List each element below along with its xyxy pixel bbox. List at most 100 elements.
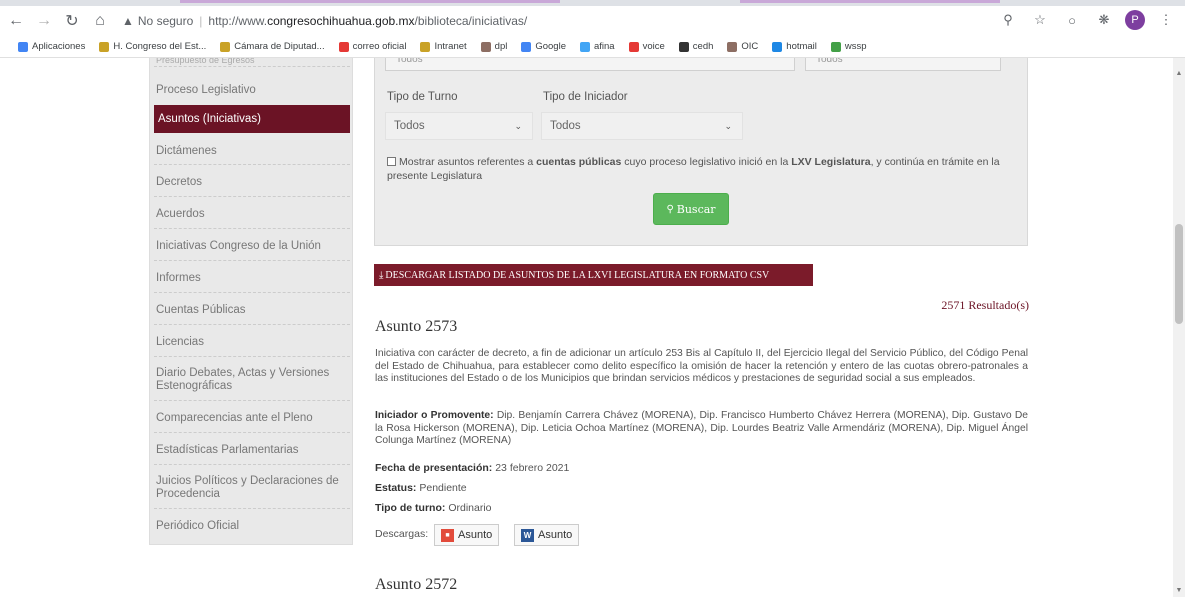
bookmark-icon xyxy=(727,41,738,52)
download-csv-label: DESCARGAR LISTADO DE ASUNTOS DE LA LXVI … xyxy=(385,269,770,281)
cuentas-publicas-option: Mostrar asuntos referentes a cuentas púb… xyxy=(387,155,1007,183)
sidebar-item-diario[interactable]: Diario Debates, Actas y Versiones Esteno… xyxy=(154,359,350,401)
asunto-estatus: Estatus: Pendiente xyxy=(375,482,467,494)
bookmark-label: wssp xyxy=(844,41,867,52)
extension-circle-icon[interactable]: ○ xyxy=(1061,9,1083,31)
tipo-iniciador-value: Todos xyxy=(550,120,581,132)
bookmark-label: voice xyxy=(642,41,665,52)
chevron-down-icon: ⌄ xyxy=(724,121,732,131)
sidebar-item-juicios[interactable]: Juicios Políticos y Declaraciones de Pro… xyxy=(154,467,350,509)
reload-icon[interactable]: ↻ xyxy=(60,9,84,33)
tipo-iniciador-select[interactable]: Todos ⌄ xyxy=(541,112,743,140)
download-word-label: Asunto xyxy=(538,529,573,541)
tipo-turno-select[interactable]: Todos ⌄ xyxy=(385,112,533,140)
search-icon: ⚲ xyxy=(666,203,674,215)
profile-avatar[interactable]: P xyxy=(1125,10,1145,30)
sidebar-item-cut[interactable]: Presupuesto de Egresos xyxy=(154,58,350,67)
bookmark-icon xyxy=(420,41,431,52)
bookmark-label: OIC xyxy=(741,41,759,52)
bookmark-item[interactable]: H. Congreso del Est... xyxy=(99,41,206,52)
page-scrollbar[interactable]: ▲ ▼ xyxy=(1173,58,1185,597)
estatus-label: Estatus: xyxy=(375,482,417,494)
bookmark-item[interactable]: Intranet xyxy=(420,41,467,52)
bookmark-icon xyxy=(18,41,28,52)
bookmark-item[interactable]: Cámara de Diputad... xyxy=(220,41,325,52)
scroll-down-icon[interactable]: ▼ xyxy=(1175,587,1183,595)
sidebar-item-informes[interactable]: Informes xyxy=(154,263,350,293)
scroll-up-icon[interactable]: ▲ xyxy=(1175,70,1183,78)
download-pdf-button[interactable]: ■ Asunto xyxy=(434,524,500,546)
sidebar-item-dictamenes[interactable]: Dictámenes xyxy=(154,137,350,165)
bookmark-label: dpl xyxy=(494,41,508,52)
bookmark-item[interactable]: correo oficial xyxy=(338,41,407,52)
tipo-turno-value: Todos xyxy=(394,120,425,132)
bookmark-item[interactable]: OIC xyxy=(727,41,758,52)
sidebar-item-estadisticas[interactable]: Estadísticas Parlamentarias xyxy=(154,435,350,465)
descargas-label: Descargas: xyxy=(375,528,429,540)
results-count: 2571 Resultado(s) xyxy=(941,298,1029,312)
bookmark-item[interactable]: cedh xyxy=(678,41,713,52)
top-select-b[interactable]: Todos xyxy=(805,58,1001,71)
bookmark-icon xyxy=(772,41,783,52)
bookmark-icon xyxy=(480,41,491,52)
bookmark-icon xyxy=(678,41,689,52)
bookmark-label: correo oficial xyxy=(352,41,407,52)
zoom-icon[interactable]: ⚲ xyxy=(997,9,1019,31)
home-icon[interactable]: ⌂ xyxy=(88,9,112,33)
sidebar-item-periodico[interactable]: Periódico Oficial xyxy=(154,511,350,541)
url-prefix: http://www. xyxy=(208,14,268,28)
bookmark-label: Cámara de Diputad... xyxy=(234,41,325,52)
bookmark-item[interactable]: afina xyxy=(579,41,615,52)
bookmark-item[interactable]: hotmail xyxy=(772,41,817,52)
download-word-button[interactable]: W Asunto xyxy=(514,524,580,546)
bookmark-label: Google xyxy=(535,41,566,52)
asunto-turno: Tipo de turno: Ordinario xyxy=(375,502,492,514)
tipo-turno-label: Tipo de Turno xyxy=(387,91,458,103)
fecha-label: Fecha de presentación: xyxy=(375,462,493,474)
cuentas-publicas-checkbox[interactable] xyxy=(387,157,396,166)
sidebar-item-cuentas[interactable]: Cuentas Públicas xyxy=(154,295,350,325)
bookmark-icon xyxy=(628,41,639,52)
top-select-a[interactable]: Todos xyxy=(385,58,795,71)
page-content: Presupuesto de Egresos Proceso Legislati… xyxy=(0,58,1185,597)
checkbox-text-2: cuyo proceso legislativo inició en la xyxy=(621,156,792,168)
asunto-title[interactable]: Asunto 2573 xyxy=(375,318,457,336)
url-field[interactable]: ▲ No seguro | http://www. congresochihuah… xyxy=(122,14,527,28)
sidebar-item-decretos[interactable]: Decretos xyxy=(154,167,350,197)
bookmark-item[interactable]: wssp xyxy=(830,41,867,52)
bookmark-item[interactable]: Aplicaciones xyxy=(18,41,85,52)
sidebar-item-acuerdos[interactable]: Acuerdos xyxy=(154,199,350,229)
bookmark-icon xyxy=(521,41,532,52)
bookmark-item[interactable]: Google xyxy=(521,41,566,52)
menu-kebab-icon[interactable]: ⋮ xyxy=(1155,9,1177,31)
bookmark-item[interactable]: dpl xyxy=(480,41,508,52)
search-button[interactable]: ⚲ Buscar xyxy=(653,193,729,225)
bookmark-icon xyxy=(99,41,110,52)
bookmark-item[interactable]: voice xyxy=(628,41,665,52)
download-csv-button[interactable]: ⤓ DESCARGAR LISTADO DE ASUNTOS DE LA LXV… xyxy=(374,264,813,286)
tipo-iniciador-label: Tipo de Iniciador xyxy=(543,91,628,103)
turno-label: Tipo de turno: xyxy=(375,502,446,514)
bookmark-icon xyxy=(220,41,231,52)
checkbox-bold-2: LXV Legislatura xyxy=(791,156,871,168)
forward-icon[interactable]: → xyxy=(32,9,56,33)
sidebar-item-asuntos[interactable]: Asuntos (Iniciativas) xyxy=(154,105,350,133)
bookmark-label: H. Congreso del Est... xyxy=(113,41,207,52)
star-icon[interactable]: ☆ xyxy=(1029,9,1051,31)
toolbar-icons: ⚲ ☆ ○ ❋ P ⋮ xyxy=(997,9,1177,31)
asunto-iniciador: Iniciador o Promovente: Dip. Benjamín Ca… xyxy=(375,410,1028,448)
sidebar-item-licencias[interactable]: Licencias xyxy=(154,327,350,357)
asunto-title-next[interactable]: Asunto 2572 xyxy=(375,576,457,594)
pdf-icon: ■ xyxy=(441,528,454,542)
sidebar-item-comparecencias[interactable]: Comparecencias ante el Pleno xyxy=(154,403,350,433)
bookmark-icon xyxy=(338,41,349,52)
sidebar-item-proceso[interactable]: Proceso Legislativo xyxy=(154,75,350,105)
sidebar-item-iniciativas-union[interactable]: Iniciativas Congreso de la Unión xyxy=(154,231,350,261)
bookmark-icon xyxy=(579,41,590,52)
puzzle-icon[interactable]: ❋ xyxy=(1093,9,1115,31)
bookmark-label: Intranet xyxy=(434,41,467,52)
insecure-label: No seguro xyxy=(137,14,194,28)
back-icon[interactable]: ← xyxy=(4,9,28,33)
download-pdf-label: Asunto xyxy=(458,529,493,541)
scroll-thumb[interactable] xyxy=(1175,224,1183,324)
